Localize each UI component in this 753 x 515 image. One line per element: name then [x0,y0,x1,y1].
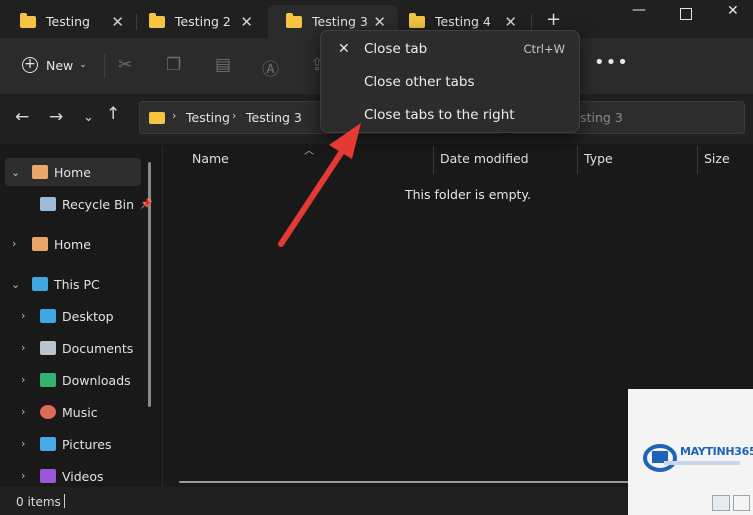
logo-globe-icon [643,444,677,472]
tiles-view-icon[interactable] [733,495,750,511]
logo-tagline-bar [664,461,740,465]
logo-brand-text: MAYTINH365 [680,445,753,458]
details-view-icon[interactable] [712,495,730,511]
watermark-logo: MAYTINH365 [628,389,753,515]
